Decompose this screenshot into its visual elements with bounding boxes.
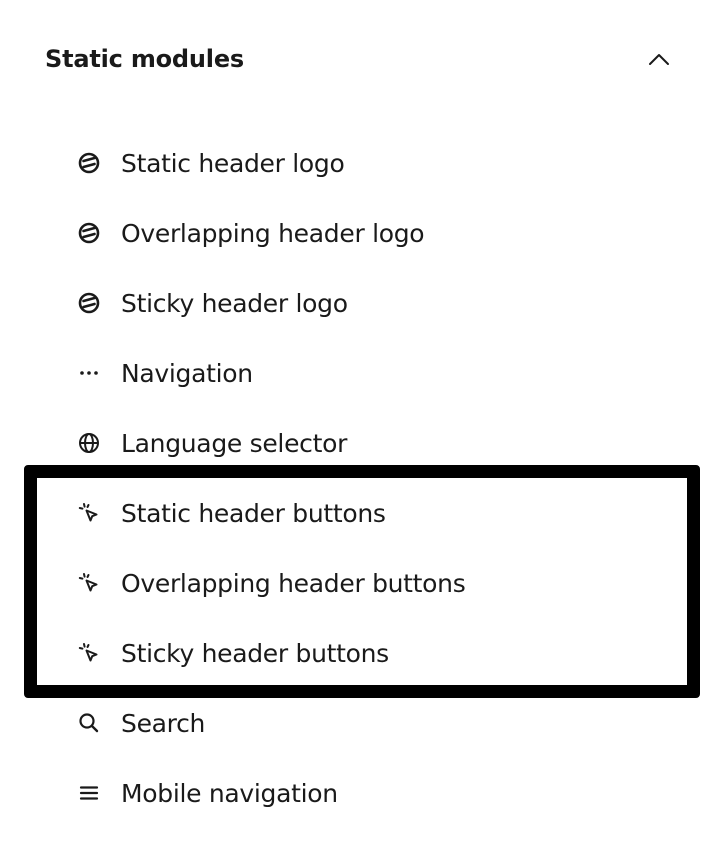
more-horizontal-icon — [76, 360, 102, 386]
menu-icon — [76, 780, 102, 806]
module-label: Static header logo — [121, 148, 345, 178]
module-label: Sticky header buttons — [121, 638, 389, 668]
module-label: Language selector — [121, 428, 348, 458]
module-label: Overlapping header buttons — [121, 568, 466, 598]
section-header-static-modules[interactable]: Static modules — [45, 38, 675, 80]
module-label: Sticky header logo — [121, 288, 348, 318]
module-label: Static header buttons — [121, 498, 386, 528]
module-label: Navigation — [121, 358, 253, 388]
logo-icon — [76, 150, 102, 176]
globe-icon — [76, 430, 102, 456]
cursor-click-icon — [76, 640, 102, 666]
logo-icon — [76, 220, 102, 246]
module-label: Mobile navigation — [121, 778, 338, 808]
search-icon — [76, 710, 102, 736]
module-item-language-selector[interactable]: Language selector — [76, 423, 347, 463]
module-item-static-header-logo[interactable]: Static header logo — [76, 143, 345, 183]
logo-icon — [76, 290, 102, 316]
module-item-search[interactable]: Search — [76, 703, 205, 743]
module-item-sticky-header-logo[interactable]: Sticky header logo — [76, 283, 348, 323]
module-item-static-header-buttons[interactable]: Static header buttons — [76, 493, 386, 533]
section-title: Static modules — [45, 45, 244, 73]
module-label: Overlapping header logo — [121, 218, 425, 248]
module-label: Search — [121, 708, 206, 738]
module-item-overlapping-header-buttons[interactable]: Overlapping header buttons — [76, 563, 466, 603]
cursor-click-icon — [76, 570, 102, 596]
module-item-mobile-navigation[interactable]: Mobile navigation — [76, 773, 338, 813]
cursor-click-icon — [76, 500, 102, 526]
module-item-overlapping-header-logo[interactable]: Overlapping header logo — [76, 213, 425, 253]
module-item-navigation[interactable]: Navigation — [76, 353, 253, 393]
chevron-up-icon[interactable] — [645, 45, 673, 73]
module-item-sticky-header-buttons[interactable]: Sticky header buttons — [76, 633, 389, 673]
